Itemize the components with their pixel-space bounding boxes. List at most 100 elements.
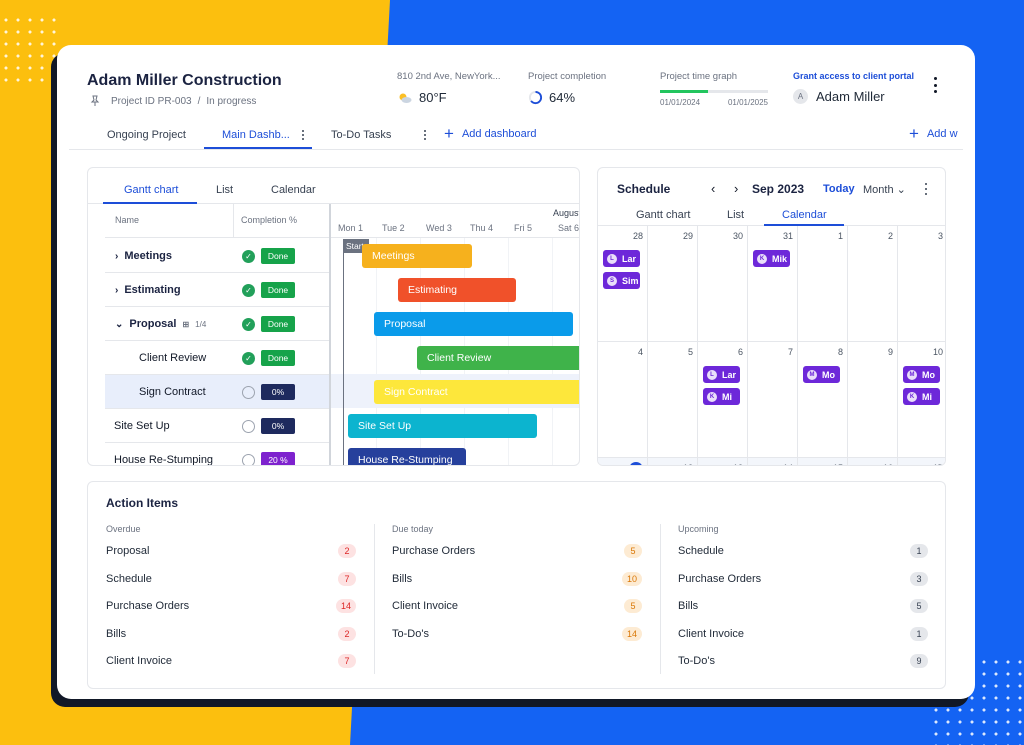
schedule-panel: Schedule ‹ › Sep 2023 Today Month ⌄ Gant… xyxy=(597,167,946,466)
table-row[interactable]: Site Set Up 0% xyxy=(105,409,329,443)
completion-label: Project completion xyxy=(528,71,607,82)
calendar-day[interactable]: 30 xyxy=(698,226,748,342)
table-row[interactable]: Sign Contract 0% xyxy=(105,375,329,409)
action-item[interactable]: Client Invoice 5 xyxy=(392,599,642,628)
count-badge: 14 xyxy=(335,599,356,613)
more-options-icon[interactable] xyxy=(930,77,940,93)
schedule-title: Schedule xyxy=(617,182,671,196)
tab-gantt-chart[interactable]: Gantt chart xyxy=(636,209,690,221)
chevron-down-icon[interactable]: ⌄ xyxy=(115,319,123,330)
chevron-right-icon[interactable]: › xyxy=(115,251,118,262)
tab-todo-tasks[interactable]: To-Do Tasks xyxy=(331,129,391,141)
gantt-bar[interactable]: Proposal xyxy=(374,312,573,336)
more-options-icon[interactable] xyxy=(924,183,928,195)
action-item[interactable]: Purchase Orders 3 xyxy=(678,571,928,601)
action-item[interactable]: Schedule 1 xyxy=(678,544,928,573)
add-widget-button[interactable]: + Add w xyxy=(909,125,958,142)
table-row[interactable]: › Estimating ✓ Done xyxy=(105,273,329,307)
next-month-icon[interactable]: › xyxy=(734,181,738,196)
action-item-label: Bills xyxy=(106,627,127,640)
calendar-day[interactable]: 16 xyxy=(848,458,898,465)
tab-ongoing-project[interactable]: Ongoing Project xyxy=(107,129,186,141)
grant-access-link[interactable]: Grant access to client portal xyxy=(793,71,914,81)
event-avatar: M xyxy=(907,369,917,380)
calendar-day[interactable]: 3 xyxy=(898,226,945,342)
calendar-day[interactable]: 29 xyxy=(648,226,698,342)
tab-menu-icon[interactable] xyxy=(302,130,306,140)
calendar-day[interactable]: 7 xyxy=(748,342,798,458)
pane-splitter[interactable] xyxy=(329,204,331,465)
calendar-day[interactable]: 12 xyxy=(648,458,698,465)
calendar-day[interactable]: 1 xyxy=(798,226,848,342)
event-label: Mi xyxy=(722,391,732,402)
day-number: 31 xyxy=(782,231,793,241)
calendar-day[interactable]: 31 xyxy=(748,226,798,342)
calendar-event[interactable]: M Mo xyxy=(803,366,840,383)
calendar-day[interactable]: 13 xyxy=(698,458,748,465)
task-name-label: Meetings xyxy=(124,250,173,262)
prev-month-icon[interactable]: ‹ xyxy=(711,181,715,196)
today-button[interactable]: Today xyxy=(823,183,855,195)
add-dashboard-button[interactable]: + Add dashboard xyxy=(444,125,537,142)
table-row[interactable]: House Re-Stumping 20 % xyxy=(105,443,329,465)
table-row[interactable]: › Meetings ✓ Done xyxy=(105,239,329,273)
calendar-event[interactable]: L Lar xyxy=(603,250,640,267)
tab-main-dashboard[interactable]: Main Dashb... xyxy=(222,129,290,141)
action-item[interactable]: Bills 5 xyxy=(678,599,928,628)
action-item[interactable]: Purchase Orders 5 xyxy=(392,544,642,573)
tab-calendar[interactable]: Calendar xyxy=(271,184,316,196)
calendar-event[interactable]: K Mi xyxy=(903,388,940,405)
user-chip[interactable]: A Adam Miller xyxy=(793,89,885,104)
column-header-name[interactable]: Name xyxy=(115,215,139,225)
action-item[interactable]: To-Do's 14 xyxy=(392,626,642,656)
action-item[interactable]: Purchase Orders 14 xyxy=(106,599,356,628)
calendar-event[interactable]: S Sim xyxy=(603,272,640,289)
calendar-day[interactable]: 9 xyxy=(848,342,898,458)
table-row[interactable]: ⌄ Proposal ⊞ 1/4 ✓ Done xyxy=(105,307,329,341)
action-item[interactable]: Proposal 2 xyxy=(106,544,356,573)
action-item[interactable]: Bills 2 xyxy=(106,626,356,656)
task-name: Site Set Up xyxy=(114,420,170,432)
tab-menu-icon[interactable] xyxy=(424,130,428,140)
gantt-bar[interactable]: Meetings xyxy=(362,244,472,268)
action-item[interactable]: Client Invoice 1 xyxy=(678,626,928,656)
status-badge: 0% xyxy=(261,418,295,434)
action-item[interactable]: To-Do's 9 xyxy=(678,654,928,683)
view-mode-select[interactable]: Month ⌄ xyxy=(863,183,906,196)
calendar-event[interactable]: K Mik xyxy=(753,250,790,267)
count-badge: 5 xyxy=(624,599,642,613)
calendar-day[interactable]: 5 xyxy=(648,342,698,458)
calendar-day[interactable]: 8 xyxy=(798,342,848,458)
chevron-right-icon[interactable]: › xyxy=(115,285,118,296)
calendar-day[interactable]: 15 xyxy=(798,458,848,465)
calendar-day[interactable]: 4 xyxy=(598,342,648,458)
gantt-bar[interactable]: Sign Contract xyxy=(374,380,579,404)
action-item[interactable]: Bills 10 xyxy=(392,571,642,601)
calendar-event[interactable]: M Mo xyxy=(903,366,940,383)
divider xyxy=(233,204,234,238)
count-badge: 9 xyxy=(910,654,928,668)
calendar-day[interactable]: 2 xyxy=(848,226,898,342)
tab-gantt-chart[interactable]: Gantt chart xyxy=(124,184,178,196)
divider xyxy=(374,524,375,674)
calendar-day[interactable]: 17 xyxy=(898,458,945,465)
calendar-day[interactable]: 14 xyxy=(748,458,798,465)
calendar-event[interactable]: K Mi xyxy=(703,388,740,405)
task-name-label: Sign Contract xyxy=(139,386,206,398)
calendar-event[interactable]: L Lar xyxy=(703,366,740,383)
gantt-bar[interactable]: Site Set Up xyxy=(348,414,537,438)
column-header-completion[interactable]: Completion % xyxy=(241,215,297,225)
action-item[interactable]: Schedule 7 xyxy=(106,571,356,601)
day-number: 29 xyxy=(682,231,693,241)
pin-icon[interactable] xyxy=(89,95,101,107)
tab-list[interactable]: List xyxy=(727,209,744,221)
action-item[interactable]: Client Invoice 7 xyxy=(106,654,356,683)
tab-calendar[interactable]: Calendar xyxy=(782,209,827,221)
gantt-bar[interactable]: House Re-Stumping xyxy=(348,448,466,465)
day-header: Fri 5 xyxy=(514,223,532,233)
gantt-bar[interactable]: Estimating xyxy=(398,278,516,302)
gantt-bar[interactable]: Client Review xyxy=(417,346,579,370)
tab-list[interactable]: List xyxy=(216,184,233,196)
table-row[interactable]: Client Review ✓ Done xyxy=(105,341,329,375)
column-heading: Due today xyxy=(392,524,434,534)
